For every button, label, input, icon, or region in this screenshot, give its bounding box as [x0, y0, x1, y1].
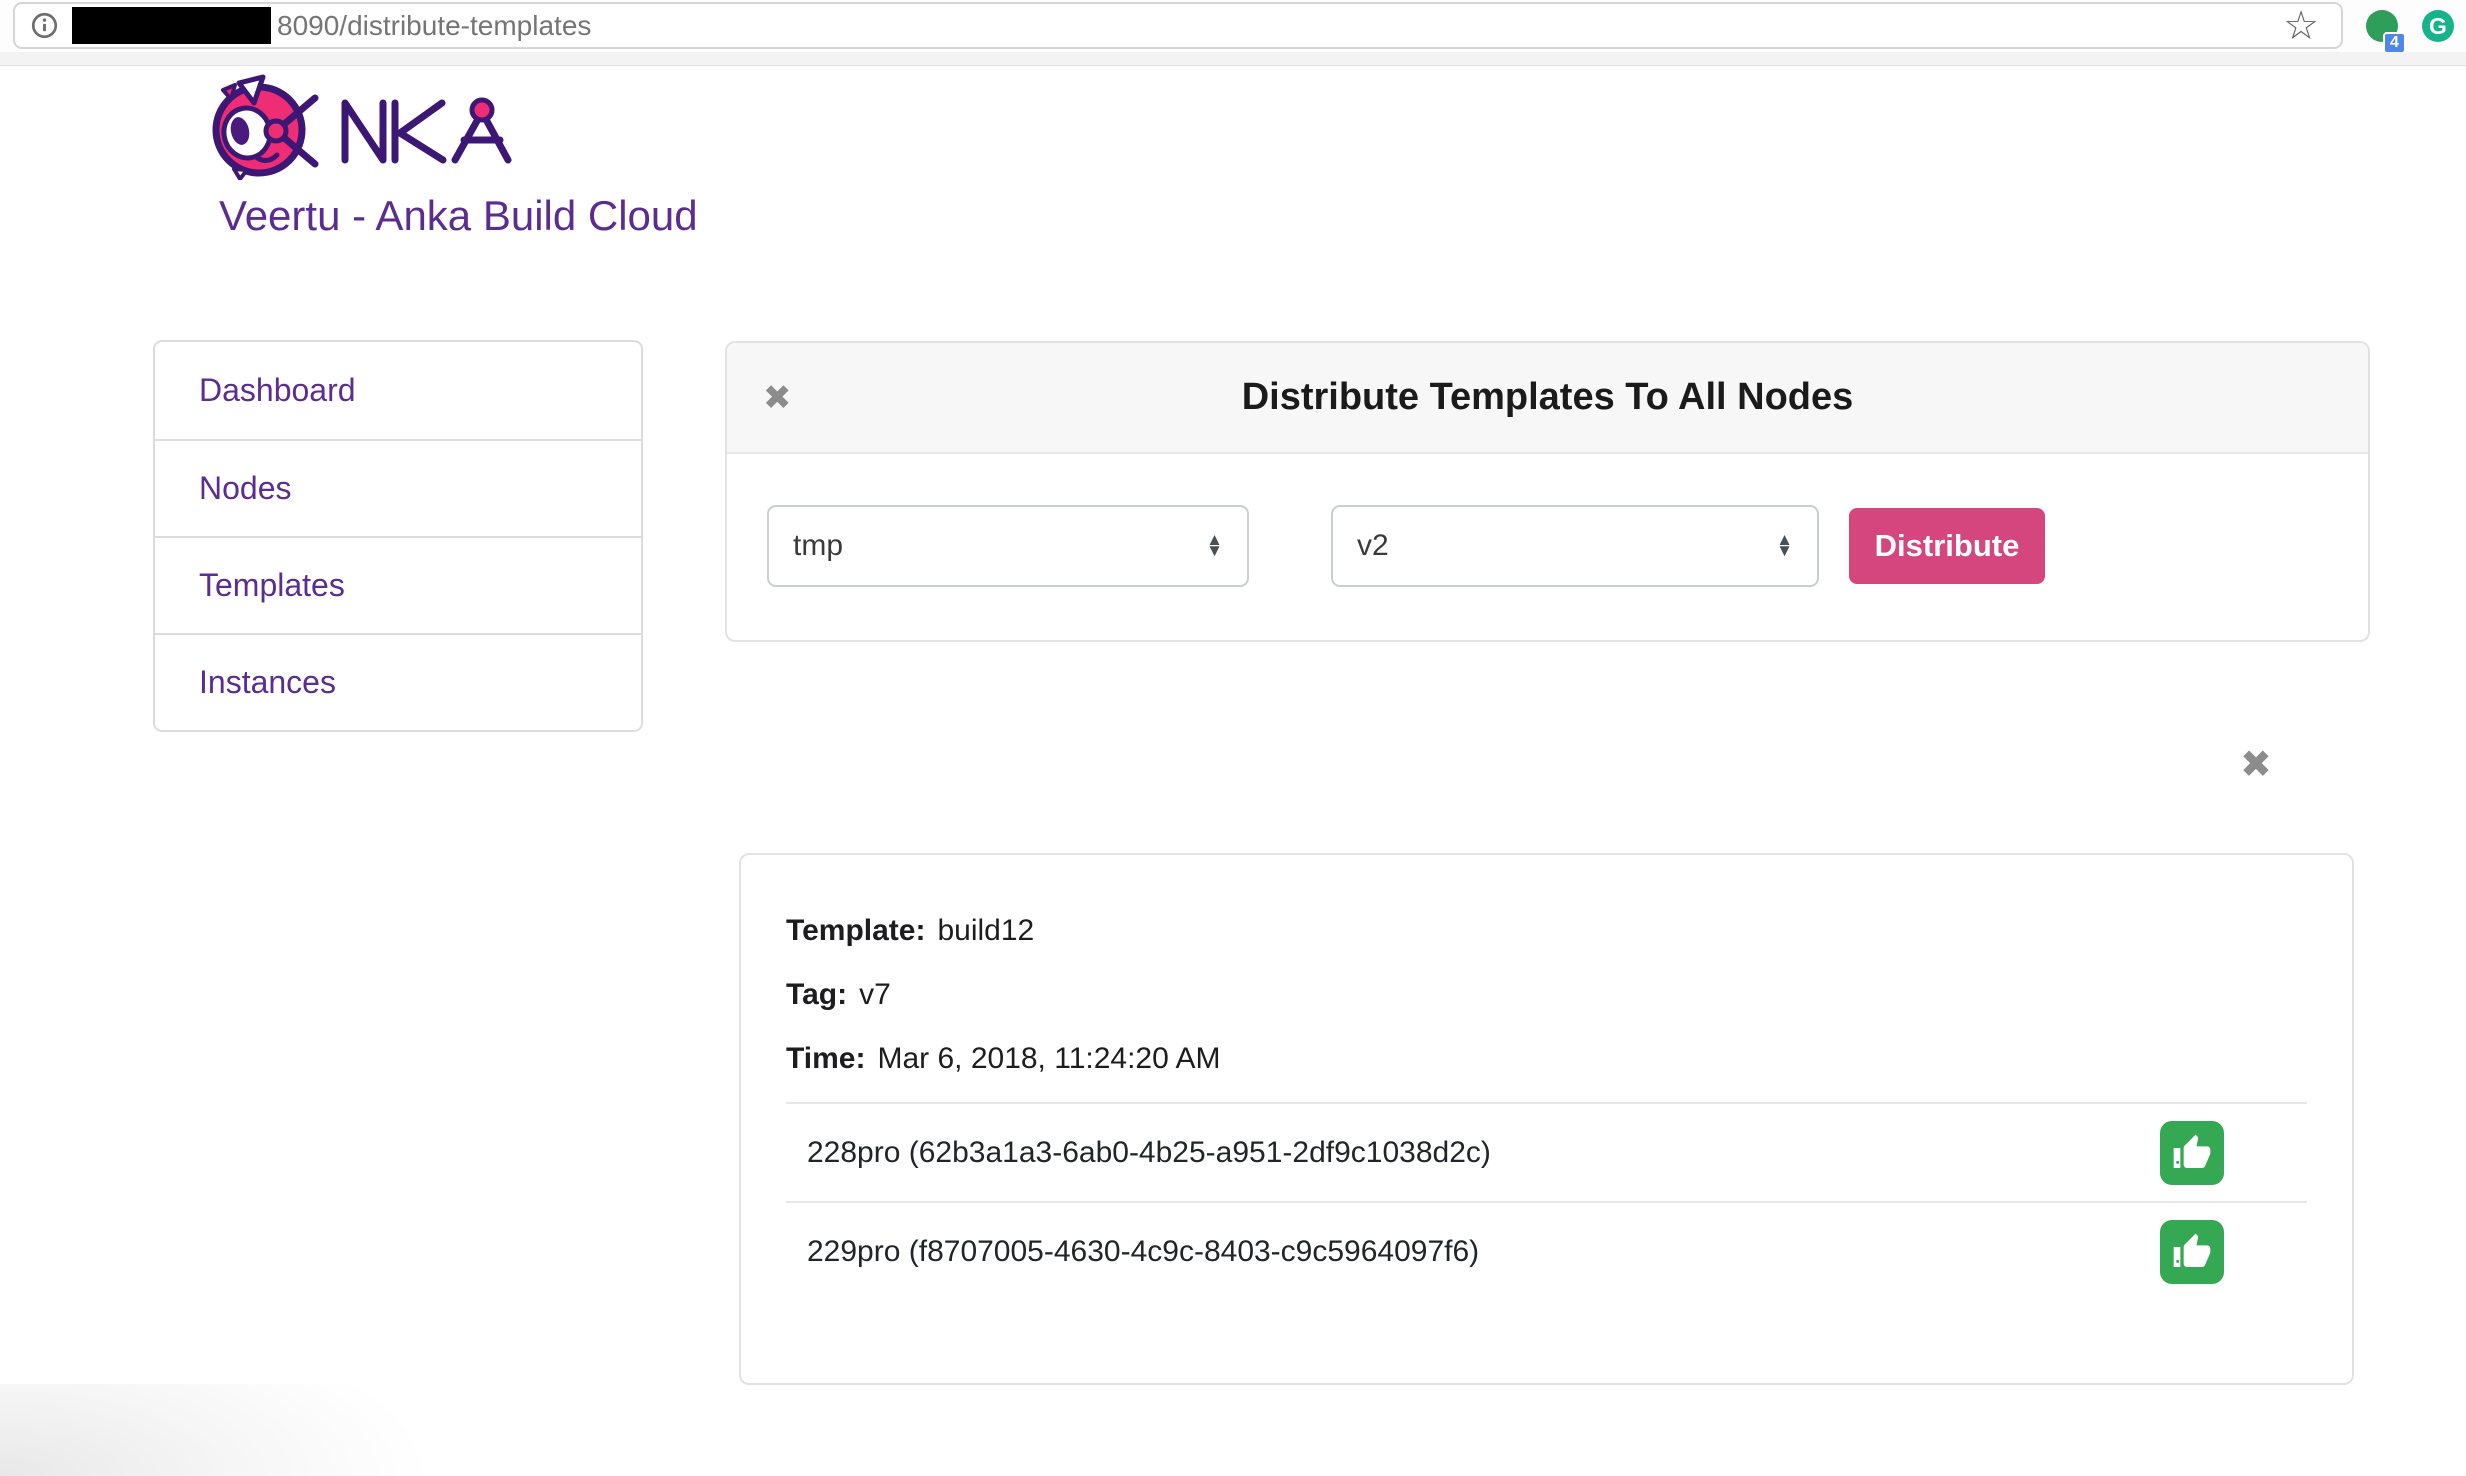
distribute-templates-panel: ✖ Distribute Templates To All Nodes tmp …	[725, 341, 2370, 642]
field-value: v7	[859, 978, 891, 1012]
redacted-url-host	[72, 7, 271, 44]
template-select-value: tmp	[793, 529, 843, 563]
field-label: Time:	[786, 1042, 865, 1076]
sidebar-item-instances[interactable]: Instances	[155, 633, 641, 730]
anka-logo	[210, 58, 520, 180]
extension-icon[interactable]: 4	[2366, 10, 2398, 42]
distribute-panel-body: tmp ▲ ▼ v2 ▲ ▼ Distribute	[727, 454, 2368, 638]
thumbs-up-icon	[2160, 1220, 2224, 1284]
distribute-panel-title: Distribute Templates To All Nodes	[1242, 376, 1854, 419]
distribute-panel-header: ✖ Distribute Templates To All Nodes	[727, 343, 2368, 454]
field-value: build12	[937, 914, 1034, 948]
field-value: Mar 6, 2018, 11:24:20 AM	[877, 1042, 1220, 1076]
select-spinner-icon: ▲ ▼	[1776, 535, 1793, 556]
sidebar-nav: Dashboard Nodes Templates Instances	[153, 340, 643, 732]
distribute-button[interactable]: Distribute	[1849, 508, 2045, 584]
select-spinner-icon: ▲ ▼	[1206, 535, 1223, 556]
result-field-time: Time: Mar 6, 2018, 11:24:20 AM	[786, 1027, 2307, 1091]
template-select[interactable]: tmp ▲ ▼	[767, 505, 1249, 587]
node-name: 228pro (62b3a1a3-6ab0-4b25-a951-2df9c103…	[807, 1136, 1491, 1170]
sidebar-item-templates[interactable]: Templates	[155, 536, 641, 633]
tag-select[interactable]: v2 ▲ ▼	[1331, 505, 1819, 587]
sidebar-item-dashboard[interactable]: Dashboard	[155, 342, 641, 439]
node-row: 229pro (f8707005-4630-4c9c-8403-c9c59640…	[741, 1203, 2352, 1300]
sidebar-item-nodes[interactable]: Nodes	[155, 439, 641, 536]
page-title: Veertu - Anka Build Cloud	[219, 192, 698, 240]
tag-select-value: v2	[1357, 529, 1389, 563]
browser-toolbar: 8090/distribute-templates ☆ 4 G	[0, 0, 2466, 52]
close-icon[interactable]: ✖	[763, 381, 792, 415]
node-row: 228pro (62b3a1a3-6ab0-4b25-a951-2df9c103…	[741, 1104, 2352, 1201]
result-field-tag: Tag: v7	[786, 963, 2307, 1027]
status-bubble	[0, 1384, 430, 1476]
results-close-icon[interactable]: ✖	[2240, 746, 2272, 784]
result-field-template: Template: build12	[786, 899, 2307, 963]
node-name: 229pro (f8707005-4630-4c9c-8403-c9c59640…	[807, 1235, 1479, 1269]
page-info-icon[interactable]	[31, 12, 58, 39]
field-label: Tag:	[786, 978, 847, 1012]
result-fields: Template: build12 Tag: v7 Time: Mar 6, 2…	[741, 855, 2352, 1102]
extensions-area: 4 G	[2366, 0, 2454, 52]
distribution-result-card: Template: build12 Tag: v7 Time: Mar 6, 2…	[739, 853, 2354, 1385]
thumbs-up-icon	[2160, 1121, 2224, 1185]
field-label: Template:	[786, 914, 925, 948]
bookmark-star-icon[interactable]: ☆	[2283, 6, 2319, 46]
extension-badge: 4	[2383, 32, 2406, 54]
grammarly-icon[interactable]: G	[2422, 10, 2454, 42]
url-text[interactable]: 8090/distribute-templates	[277, 10, 2283, 42]
address-bar[interactable]: 8090/distribute-templates ☆	[13, 2, 2343, 49]
